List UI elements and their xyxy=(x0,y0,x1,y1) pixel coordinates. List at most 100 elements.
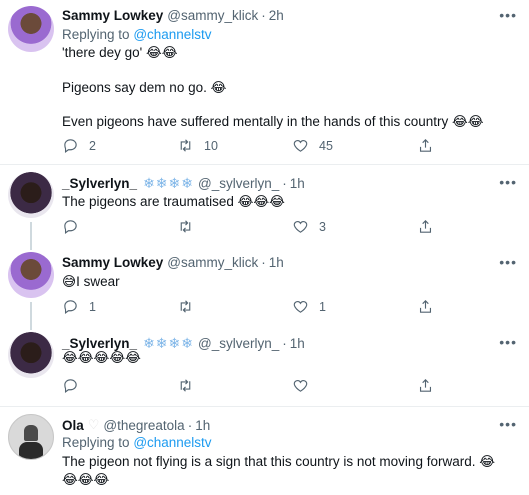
tweet-text: 😅I swear xyxy=(62,274,120,289)
share-button[interactable] xyxy=(417,218,434,235)
display-name[interactable]: _Sylverlyn_ xyxy=(62,176,137,191)
replying-to-link[interactable]: @channelstv xyxy=(133,27,211,42)
like-button[interactable] xyxy=(292,377,417,394)
retweet-button[interactable]: 10 xyxy=(177,137,292,154)
share-button[interactable] xyxy=(417,137,434,154)
replying-to: Replying to @channelstv xyxy=(62,435,212,450)
tweet[interactable]: _Sylverlyn_ ❄❄❄❄ @_sylverlyn_ · 1h ••• T… xyxy=(0,166,529,250)
avatar[interactable] xyxy=(8,172,54,218)
replying-to: Replying to @channelstv xyxy=(62,27,212,42)
tweet[interactable]: _Sylverlyn_ ❄❄❄❄ @_sylverlyn_ · 1h ••• 😂… xyxy=(0,326,529,407)
share-icon xyxy=(419,300,432,313)
handle[interactable]: @sammy_klick xyxy=(167,8,258,23)
tweet-actions: 1 1 xyxy=(62,298,434,315)
tweet-actions xyxy=(62,377,434,394)
avatar-figure xyxy=(24,425,38,441)
handle[interactable]: @thegreatola xyxy=(103,418,184,433)
share-icon xyxy=(419,379,432,392)
share-icon xyxy=(419,139,432,152)
tweet-header: Ola ♡ @thegreatola · 1h xyxy=(62,417,210,433)
timestamp[interactable]: 1h xyxy=(290,336,305,351)
reply-icon xyxy=(64,220,77,235)
more-options-icon[interactable]: ••• xyxy=(499,416,517,432)
retweet-button[interactable] xyxy=(177,218,292,235)
heart-icon xyxy=(293,139,308,152)
tweet-actions: 3 xyxy=(62,218,434,235)
timestamp[interactable]: 1h xyxy=(290,176,305,191)
like-button[interactable]: 1 xyxy=(292,298,417,315)
retweet-icon xyxy=(180,220,191,233)
tweet-text: Pigeons say dem no go. 😂 xyxy=(62,80,227,95)
replying-to-label: Replying to xyxy=(62,27,130,42)
display-name[interactable]: Sammy Lowkey xyxy=(62,8,163,23)
reply-count: 1 xyxy=(89,299,96,314)
like-count: 1 xyxy=(319,299,326,314)
separator-dot: · xyxy=(282,176,287,191)
retweet-icon xyxy=(180,300,191,313)
heart-icon xyxy=(293,300,308,313)
display-name[interactable]: Sammy Lowkey xyxy=(62,255,163,270)
reply-button[interactable] xyxy=(62,218,177,235)
reply-button[interactable]: 1 xyxy=(62,298,177,315)
tweet[interactable]: Ola ♡ @thegreatola · 1h ••• Replying to … xyxy=(0,408,529,495)
tweet-header: _Sylverlyn_ ❄❄❄❄ @_sylverlyn_ · 1h xyxy=(62,175,305,192)
replying-to-label: Replying to xyxy=(62,435,130,450)
tweet-header: Sammy Lowkey @sammy_klick · 2h xyxy=(62,8,284,23)
avatar-shoulders xyxy=(19,442,43,459)
retweet-count: 10 xyxy=(204,138,218,153)
tweet-actions: 2 10 45 xyxy=(62,137,434,154)
retweet-button[interactable] xyxy=(177,298,292,315)
reply-button[interactable] xyxy=(62,377,177,394)
avatar[interactable] xyxy=(8,252,54,298)
tweet-text: The pigeons are traumatised 😂😂😂 xyxy=(62,194,285,209)
like-button[interactable]: 3 xyxy=(292,218,417,235)
replying-to-link[interactable]: @channelstv xyxy=(133,435,211,450)
display-name[interactable]: Ola xyxy=(62,418,84,433)
separator-dot: · xyxy=(261,8,266,23)
retweet-icon xyxy=(180,379,191,392)
tweet[interactable]: Sammy Lowkey @sammy_klick · 1h ••• 😅I sw… xyxy=(0,246,529,330)
tweet-text: 😂😂😂😂😂 xyxy=(62,350,141,365)
handle[interactable]: @sammy_klick xyxy=(167,255,258,270)
reply-icon xyxy=(64,379,77,394)
like-button[interactable]: 45 xyxy=(292,137,417,154)
share-icon xyxy=(419,220,432,233)
timestamp[interactable]: 1h xyxy=(195,418,210,433)
tweet[interactable]: Sammy Lowkey @sammy_klick · 2h ••• Reply… xyxy=(0,0,529,165)
retweet-button[interactable] xyxy=(177,377,292,394)
snowflake-emoji: ❄❄❄❄ xyxy=(143,175,194,191)
timestamp[interactable]: 1h xyxy=(269,255,284,270)
share-button[interactable] xyxy=(417,298,434,315)
tweet-header: Sammy Lowkey @sammy_klick · 1h xyxy=(62,255,284,270)
more-options-icon[interactable]: ••• xyxy=(499,334,517,350)
reply-icon xyxy=(64,139,77,154)
more-options-icon[interactable]: ••• xyxy=(499,7,517,23)
display-name[interactable]: _Sylverlyn_ xyxy=(62,336,137,351)
heart-icon xyxy=(293,220,308,233)
tweet-text: 'there dey go' 😂😂 xyxy=(62,45,178,60)
reply-icon xyxy=(64,300,77,315)
more-options-icon[interactable]: ••• xyxy=(499,174,517,190)
handle[interactable]: @_sylverlyn_ xyxy=(198,176,279,191)
separator-dot: · xyxy=(187,417,193,433)
tweet-text: Even pigeons have suffered mentally in t… xyxy=(62,114,484,129)
like-count: 3 xyxy=(319,219,326,234)
retweet-icon xyxy=(180,139,191,152)
avatar[interactable] xyxy=(8,414,54,460)
white-heart-emoji: ♡ xyxy=(87,417,100,432)
reply-count: 2 xyxy=(89,138,96,153)
tweet-text: 😂😂😂 xyxy=(62,472,110,487)
reply-button[interactable]: 2 xyxy=(62,137,177,154)
handle[interactable]: @_sylverlyn_ xyxy=(198,336,279,351)
separator-dot: · xyxy=(282,336,287,351)
more-options-icon[interactable]: ••• xyxy=(499,254,517,270)
timestamp[interactable]: 2h xyxy=(269,8,284,23)
heart-icon xyxy=(293,379,308,392)
tweet-text: The pigeon not flying is a sign that thi… xyxy=(62,454,495,469)
like-count: 45 xyxy=(319,138,333,153)
avatar[interactable] xyxy=(8,6,54,52)
share-button[interactable] xyxy=(417,377,434,394)
avatar[interactable] xyxy=(8,332,54,378)
separator-dot: · xyxy=(261,255,266,270)
snowflake-emoji: ❄❄❄❄ xyxy=(143,335,194,351)
